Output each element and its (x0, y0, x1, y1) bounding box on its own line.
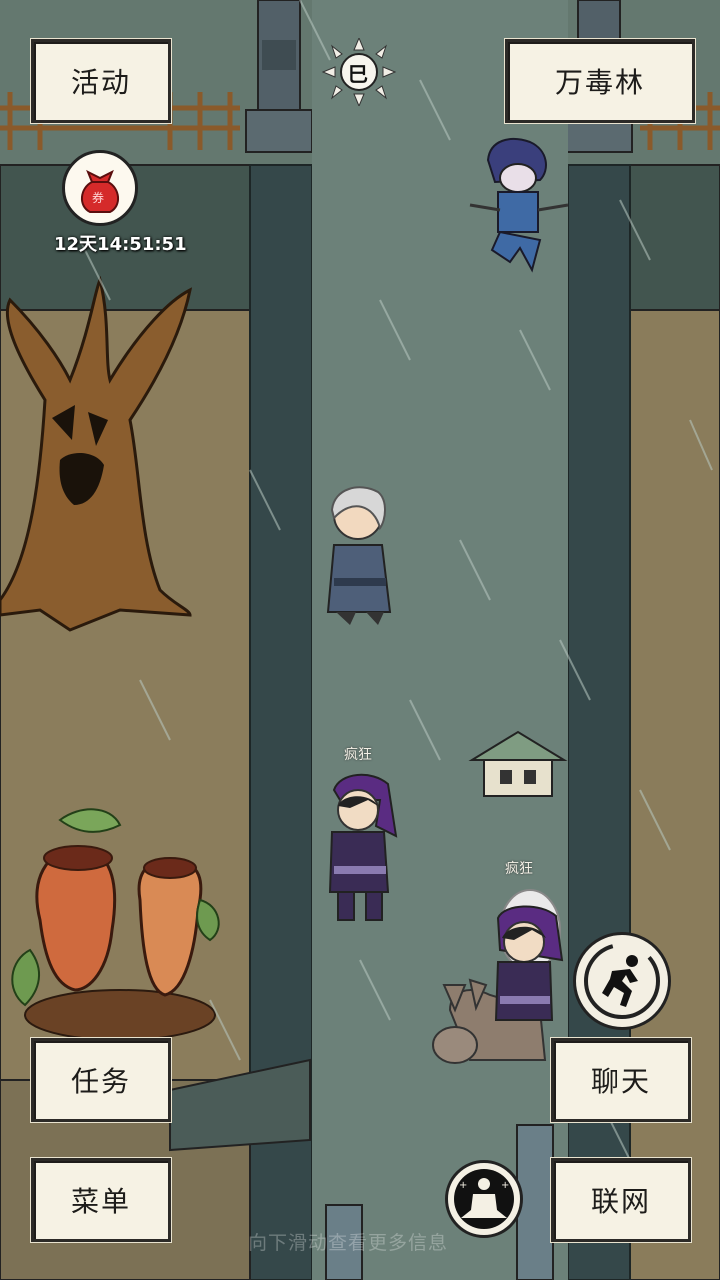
network-button[interactable]: 联网 (551, 1158, 691, 1242)
time-glyph: 巳 (348, 62, 368, 86)
player-name-label: 疯狂 (344, 747, 372, 763)
task-label: 任务 (70, 1065, 131, 1098)
meditate-icon: + + (454, 1169, 514, 1229)
activity-button[interactable]: 活动 (31, 39, 171, 123)
chat-label: 聊天 (590, 1065, 651, 1098)
task-button[interactable]: 任务 (31, 1038, 171, 1122)
old-woman-npc (326, 486, 392, 625)
activity-button-label: 活动 (70, 66, 131, 99)
chat-button[interactable]: 聊天 (551, 1038, 691, 1122)
red-bag-event-button[interactable]: 券 (62, 150, 138, 226)
menu-label: 菜单 (70, 1185, 131, 1218)
menu-button[interactable]: 菜单 (31, 1158, 171, 1242)
swipe-hint: 向下滑动查看更多信息 (248, 1232, 449, 1254)
event-timer: 12天14:51:51 (54, 234, 187, 255)
svg-text:券: 券 (92, 190, 104, 205)
run-button[interactable] (573, 932, 671, 1030)
location-button[interactable]: 万毒林 (505, 39, 695, 123)
svg-text:+: + (501, 1180, 509, 1191)
red-bag-icon: 券 (81, 169, 119, 213)
meditate-button[interactable]: + + (445, 1160, 523, 1238)
svg-text:+: + (459, 1180, 467, 1191)
location-label: 万毒林 (554, 66, 645, 99)
run-icon (584, 943, 660, 1019)
network-label: 联网 (590, 1185, 651, 1218)
rider-name-label: 疯狂 (505, 861, 533, 877)
sun-time-icon[interactable]: 巳 (320, 36, 398, 108)
